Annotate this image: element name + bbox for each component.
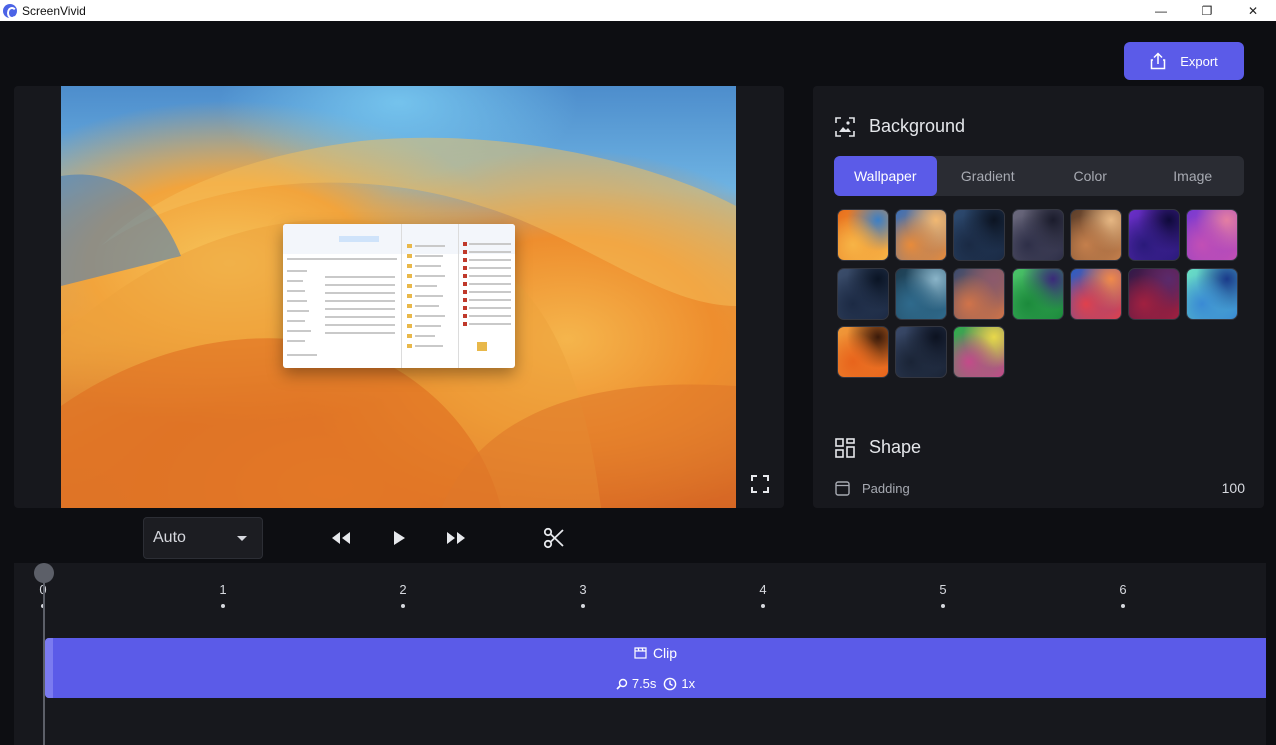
tab-image[interactable]: Image <box>1142 156 1245 196</box>
captured-window-thumbnail <box>283 224 515 368</box>
timeline-tick-dot <box>221 604 225 608</box>
restore-button[interactable]: ❐ <box>1184 0 1230 21</box>
padding-row: Padding 100 <box>835 480 1245 496</box>
wallpaper-thumb-macos-bigsur-island-day[interactable] <box>895 267 948 320</box>
wallpaper-thumb-macos-bigsur-island-night[interactable] <box>837 267 889 320</box>
fullscreen-icon[interactable] <box>750 474 770 494</box>
preview-panel <box>14 86 784 508</box>
wallpaper-thumb-macos-sierra-mountain[interactable] <box>953 267 1006 320</box>
wallpaper-thumb-macos-bigsur-dark-red[interactable] <box>1128 267 1180 320</box>
export-label: Export <box>1180 53 1218 69</box>
wallpaper-thumb-macos-sonoma-hills[interactable] <box>953 326 1006 378</box>
background-title: Background <box>869 116 966 136</box>
clip-speed: 1x <box>681 676 696 691</box>
export-icon <box>1150 52 1166 70</box>
playhead-handle[interactable] <box>34 563 54 583</box>
chevron-down-icon <box>237 536 247 541</box>
play-icon <box>394 531 405 545</box>
shape-grid-icon <box>835 437 855 458</box>
play-button[interactable] <box>386 525 412 551</box>
timeline-tick-dot <box>581 604 585 608</box>
timeline-tick-dot <box>1121 604 1125 608</box>
padding-icon <box>835 480 850 496</box>
timeline-tick-label: 4 <box>759 582 767 597</box>
minimize-button[interactable]: — <box>1138 0 1184 21</box>
wallpaper-thumb-macos-bigsur-red-blue[interactable] <box>1069 267 1122 320</box>
timeline[interactable]: 0123456 Clip 7.5s 1x <box>14 563 1266 745</box>
padding-value[interactable]: 100 <box>1222 480 1245 496</box>
wallpaper-thumb-macos-monterey-blue[interactable] <box>1186 267 1239 320</box>
clip-label: Clip <box>652 645 678 661</box>
title-bar: ScreenVivid — ❐ ✕ <box>0 0 1276 21</box>
background-image-icon <box>835 116 855 137</box>
speed-select[interactable]: Auto <box>143 517 263 559</box>
wallpaper-thumb-macos-ventura-blue-orange[interactable] <box>895 209 948 261</box>
timeline-tick-dot <box>761 604 765 608</box>
timeline-tick-dot <box>401 604 405 608</box>
background-tabs: Wallpaper Gradient Color Image <box>834 156 1244 196</box>
window-controls: — ❐ ✕ <box>1138 0 1276 21</box>
wallpaper-thumb-macos-sonoma-green[interactable] <box>1011 267 1064 320</box>
close-button[interactable]: ✕ <box>1230 0 1276 21</box>
app-title: ScreenVivid <box>22 3 86 18</box>
wallpaper-thumb-macos-mojave-night[interactable] <box>895 326 948 378</box>
export-button[interactable]: Export <box>1124 42 1244 80</box>
shape-section-header: Shape <box>835 437 921 458</box>
tab-wallpaper[interactable]: Wallpaper <box>834 156 937 196</box>
timeline-tick-label: 2 <box>399 582 407 597</box>
timeline-tick-label: 1 <box>219 582 227 597</box>
fast-forward-button[interactable] <box>443 525 469 551</box>
rewind-icon <box>332 532 350 544</box>
zoom-icon <box>616 678 628 690</box>
timeline-tick-dot <box>941 604 945 608</box>
tab-color[interactable]: Color <box>1039 156 1142 196</box>
rewind-button[interactable] <box>328 525 354 551</box>
wallpaper-thumb-macos-bigsur-purple[interactable] <box>1128 209 1180 261</box>
clock-icon <box>664 677 677 690</box>
wallpaper-thumb-macos-mojave-day[interactable] <box>1069 209 1122 261</box>
clip-duration: 7.5s <box>631 676 657 691</box>
app-logo-icon <box>3 3 17 19</box>
clapperboard-icon <box>634 647 647 659</box>
padding-label: Padding <box>862 480 910 496</box>
wallpaper-thumb-macos-ventura-dark-orange[interactable] <box>837 326 889 378</box>
shape-title: Shape <box>869 437 922 457</box>
background-section-header: Background <box>835 116 965 137</box>
wallpaper-thumb-macos-ventura-orange[interactable] <box>837 209 889 261</box>
scissors-icon <box>543 527 564 549</box>
timeline-tick-label: 5 <box>939 582 947 597</box>
wallpaper-thumb-macos-monterey-pink[interactable] <box>1186 209 1239 261</box>
split-button[interactable] <box>541 525 567 551</box>
clip-block[interactable]: Clip 7.5s 1x <box>45 638 1266 698</box>
clip-title: Clip <box>45 645 1266 661</box>
timeline-tick-label: 6 <box>1119 582 1127 597</box>
wallpaper-thumb-macos-catalina-dusk[interactable] <box>1011 209 1064 261</box>
timeline-tick-label: 3 <box>579 582 587 597</box>
clip-meta: 7.5s 1x <box>45 676 1266 691</box>
speed-select-value: Auto <box>153 529 186 546</box>
settings-panel: Background Wallpaper Gradient Color Imag… <box>813 86 1264 508</box>
wallpaper-thumb-macos-catalina-night[interactable] <box>953 209 1006 261</box>
fast-forward-icon <box>447 532 465 544</box>
preview-canvas <box>61 86 736 508</box>
tab-gradient[interactable]: Gradient <box>937 156 1040 196</box>
